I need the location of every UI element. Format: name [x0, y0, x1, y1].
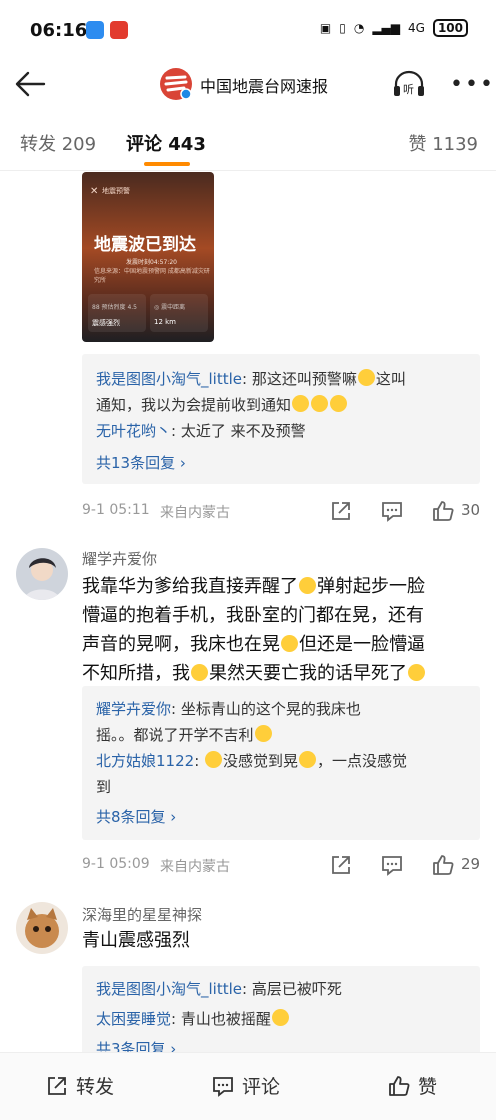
tab-comments[interactable]: 评论 443 — [126, 130, 206, 156]
comment-author[interactable]: 耀学卉爱你 — [82, 548, 157, 569]
alert-small-title: 地震预警 — [102, 187, 130, 195]
avatar[interactable] — [16, 548, 68, 600]
reply-box: 我是图图小淘气_little: 高层已被吓死 太困要睡觉: 青山也被摇醒 共3条… — [82, 966, 480, 1058]
alert-time-line: 发震时刻04:57:20 — [126, 259, 177, 266]
network-type: 4G — [408, 21, 425, 35]
comment-icon[interactable] — [381, 854, 403, 876]
reply-item[interactable]: 无叶花哟丶: 太近了 来不及预警 — [96, 418, 306, 444]
comment-button[interactable]: 评论 — [212, 1072, 280, 1099]
laugh-emoji-icon — [191, 664, 208, 681]
battery-icon: 100 — [432, 19, 468, 37]
share-icon[interactable] — [330, 500, 352, 522]
account-avatar[interactable] — [160, 68, 192, 100]
status-indicators: ▣ ▯ ◔ ▂▄▆ 4G 100 — [320, 19, 468, 37]
crying-emoji-icon — [357, 369, 375, 386]
comment-location: 来自内蒙古 — [160, 505, 230, 521]
laugh-emoji-icon — [299, 577, 316, 594]
vibrate-icon: ▯ — [339, 21, 346, 35]
repost-label: 转发 — [76, 1076, 115, 1098]
comment-text: 青山震感强烈 — [82, 930, 190, 951]
news-app-icon — [110, 21, 128, 39]
laugh-emoji-icon — [292, 395, 310, 412]
comment-timestamp: 9-1 05:11 — [82, 502, 150, 518]
laugh-emoji-icon — [281, 635, 298, 652]
view-more-replies[interactable]: 共13条回复 › — [96, 452, 186, 473]
signal-icon: ▂▄▆ — [372, 21, 400, 35]
reply-author[interactable]: 我是图图小淘气_little — [96, 370, 242, 388]
laugh-emoji-icon — [311, 395, 329, 412]
active-tab-indicator — [144, 162, 190, 166]
close-icon: ✕ — [90, 186, 99, 197]
reply-box: 耀学卉爱你: 坐标青山的这个晃的我床也 摇。。都说了开学不吉利 北方姑娘1122… — [82, 686, 480, 840]
like-icon — [389, 1075, 410, 1096]
laugh-emoji-icon — [330, 395, 348, 412]
comment-location: 来自内蒙古 — [160, 859, 230, 875]
cat-emoji-icon — [299, 751, 317, 768]
crying-emoji-icon — [271, 1009, 289, 1026]
repost-button[interactable]: 转发 — [46, 1072, 114, 1099]
laugh-emoji-icon — [205, 751, 223, 768]
reply-item[interactable]: 我是图图小淘气_little: 那这还叫预警嘛 这叫 通知，我以为会提前收到通知 — [96, 366, 472, 418]
like-count: 30 — [461, 501, 481, 519]
svg-text:听: 听 — [403, 83, 414, 96]
share-icon — [48, 1076, 66, 1095]
laugh-emoji-icon — [408, 664, 425, 681]
distance-label: ◎ 震中距离 — [154, 304, 186, 311]
comment-image[interactable]: ✕ 地震预警 地震波已到达 发震时刻04:57:20 信息来源：中国地震预警网 … — [82, 172, 214, 342]
wifi-icon: ◔ — [353, 21, 365, 35]
like-label: 赞 — [418, 1076, 438, 1098]
reply-item[interactable]: 北方姑娘1122: 没感觉到晃 ，一点没感觉 到 — [96, 748, 472, 800]
listen-audio-icon[interactable]: 听 — [392, 70, 426, 98]
comment-icon — [213, 1076, 233, 1097]
status-bar: 06:16 ▣ ▯ ◔ ▂▄▆ 4G 100 — [0, 0, 496, 60]
more-options-icon[interactable]: ••• — [450, 72, 495, 97]
cat-emoji-icon — [254, 725, 272, 742]
like-icon[interactable] — [432, 854, 454, 876]
intensity-label: 88 预估烈度 4.5 — [92, 304, 137, 311]
reply-author[interactable]: 无叶花哟丶 — [96, 422, 171, 440]
page-title: 中国地震台网速报 — [200, 77, 329, 96]
comment-icon[interactable] — [381, 500, 403, 522]
like-icon[interactable] — [432, 500, 454, 522]
avatar[interactable] — [16, 902, 68, 954]
intensity-value: 震感强烈 — [92, 319, 120, 327]
reply-author[interactable]: 北方姑娘1122 — [96, 752, 194, 770]
like-count: 29 — [461, 855, 481, 873]
reply-author[interactable]: 我是图图小淘气_little — [96, 980, 242, 998]
share-icon[interactable] — [330, 854, 352, 876]
reply-item[interactable]: 耀学卉爱你: 坐标青山的这个晃的我床也 摇。。都说了开学不吉利 — [96, 696, 472, 748]
tab-likes[interactable]: 赞 1139 — [408, 130, 478, 156]
distance-value: 12 km — [154, 318, 177, 326]
alert-source-line: 信息来源：中国地震预警网 成都高新减灾研究所 — [94, 268, 210, 284]
reply-author[interactable]: 耀学卉爱你 — [96, 700, 171, 718]
back-arrow-icon[interactable] — [14, 70, 46, 98]
tab-repost[interactable]: 转发 209 — [20, 130, 96, 156]
comment-text: 我靠华为爹给我直接弄醒了 弹射起步一脸 懵逼的抱着手机，我卧室的门都在晃，还有 声… — [82, 576, 425, 684]
comment-timestamp: 9-1 05:09 — [82, 856, 150, 872]
like-button[interactable]: 赞 — [388, 1072, 437, 1099]
nfc-icon: ▣ — [319, 21, 332, 35]
tab-divider — [0, 170, 496, 171]
earthquake-logo-icon — [164, 75, 192, 100]
view-more-replies[interactable]: 共8条回复 › — [96, 806, 176, 827]
status-time: 06:16 — [30, 20, 88, 41]
reply-item[interactable]: 太困要睡觉: 青山也被摇醒 — [96, 1006, 290, 1032]
reply-item[interactable]: 我是图图小淘气_little: 高层已被吓死 — [96, 976, 342, 1002]
reply-box: 我是图图小淘气_little: 那这还叫预警嘛 这叫 通知，我以为会提前收到通知 … — [82, 354, 480, 484]
comment-label: 评论 — [242, 1076, 281, 1098]
distance-card — [150, 294, 208, 332]
comment-author[interactable]: 深海里的星星神探 — [82, 904, 202, 925]
alert-headline: 地震波已到达 — [94, 235, 196, 255]
message-app-icon — [86, 21, 104, 39]
reply-author[interactable]: 太困要睡觉 — [96, 1010, 171, 1028]
